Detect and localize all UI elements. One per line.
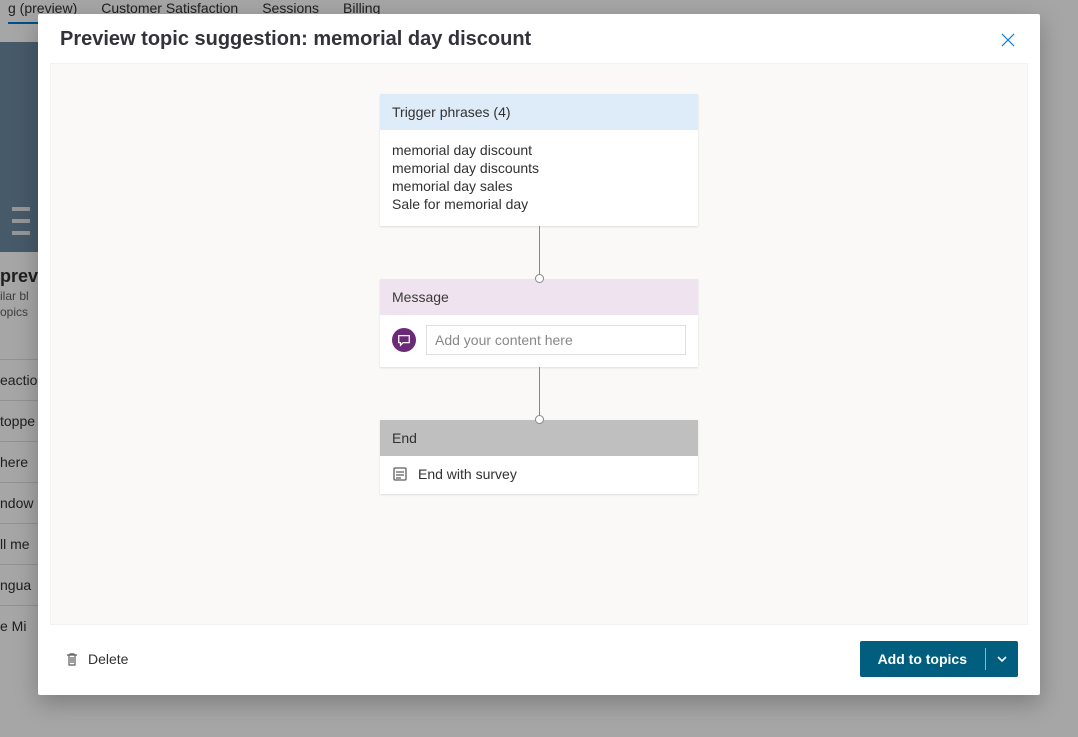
trigger-phrase: Sale for memorial day — [392, 196, 686, 212]
modal-title: Preview topic suggestion: memorial day d… — [60, 28, 531, 51]
end-with-survey-row: End with survey — [392, 466, 686, 482]
add-to-topics-button[interactable]: Add to topics — [860, 641, 1018, 677]
delete-label: Delete — [88, 651, 128, 667]
trigger-phrase: memorial day discounts — [392, 160, 686, 176]
end-header: End — [380, 420, 698, 456]
connector — [535, 226, 544, 283]
message-content-input[interactable]: Add your content here — [426, 325, 686, 355]
add-to-topics-dropdown[interactable] — [986, 641, 1018, 677]
modal-footer: Delete Add to topics — [38, 625, 1040, 695]
message-row: Add your content here — [392, 325, 686, 355]
modal-overlay: Preview topic suggestion: memorial day d… — [0, 0, 1078, 737]
chat-icon — [392, 328, 416, 352]
end-node: End End with survey — [380, 420, 698, 494]
close-icon — [1001, 33, 1015, 47]
close-button[interactable] — [998, 30, 1018, 50]
trigger-phrases-header: Trigger phrases (4) — [380, 94, 698, 130]
modal-header: Preview topic suggestion: memorial day d… — [38, 14, 1040, 63]
trigger-phrase: memorial day discount — [392, 142, 686, 158]
delete-button[interactable]: Delete — [64, 651, 128, 667]
trash-icon — [64, 651, 80, 667]
trigger-phrases-list: memorial day discount memorial day disco… — [380, 130, 698, 226]
trigger-phrases-node: Trigger phrases (4) memorial day discoun… — [380, 94, 698, 226]
preview-modal: Preview topic suggestion: memorial day d… — [38, 14, 1040, 695]
modal-body: Trigger phrases (4) memorial day discoun… — [50, 63, 1028, 625]
message-node: Message Add your content here — [380, 279, 698, 367]
survey-icon — [392, 466, 408, 482]
add-to-topics-label: Add to topics — [860, 641, 985, 677]
trigger-phrase: memorial day sales — [392, 178, 686, 194]
connector — [535, 367, 544, 424]
end-with-survey-label: End with survey — [418, 466, 517, 482]
message-header: Message — [380, 279, 698, 315]
chevron-down-icon — [996, 653, 1008, 665]
